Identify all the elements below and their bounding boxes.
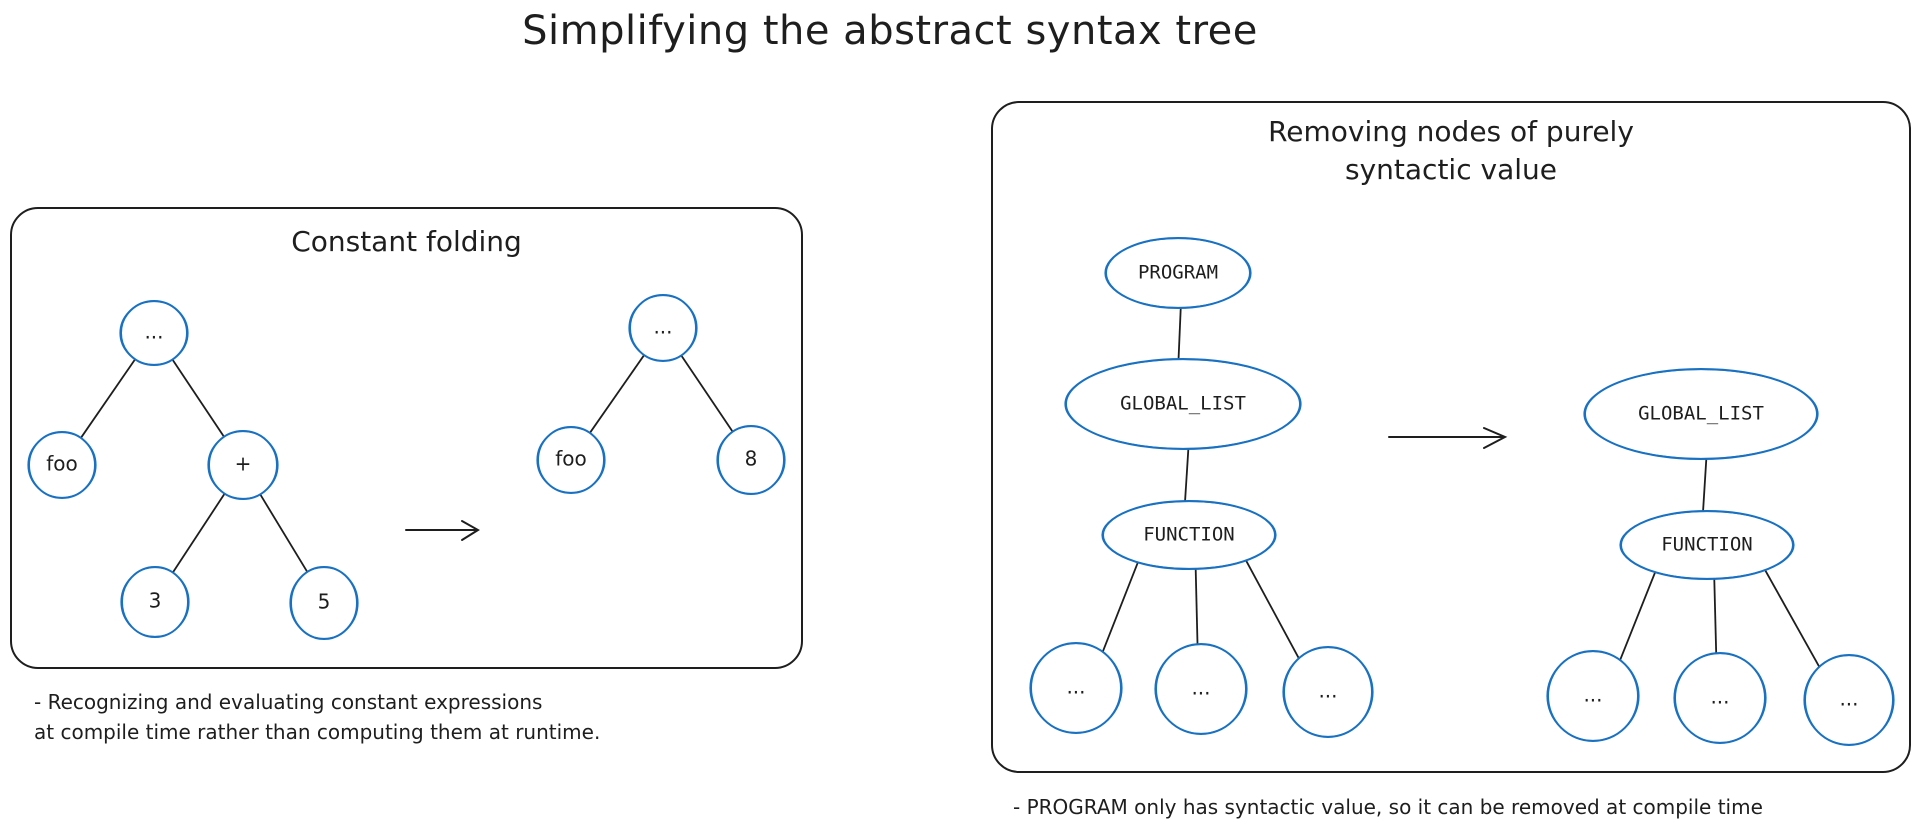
tree-edge — [1764, 569, 1821, 668]
node-label: ... — [1839, 687, 1858, 711]
node-label: ... — [653, 315, 672, 339]
tree-node-c2: ... — [1673, 652, 1767, 744]
tree-node-foo: foo — [536, 426, 606, 494]
ast-diagram: ... foo +3 5... foo 8 PROGRAM GLOBAL_LIST FUNCTI… — [27, 237, 1895, 746]
node-label: PROGRAM — [1138, 262, 1218, 284]
node-label: ... — [1318, 679, 1337, 703]
tree-edge — [80, 358, 136, 439]
tree-edge — [172, 493, 226, 574]
tree-node-three: 3 — [120, 566, 190, 638]
tree-node-program: PROGRAM — [1104, 237, 1252, 309]
node-label: ... — [1583, 683, 1602, 707]
node-label: GLOBAL_LIST — [1120, 393, 1246, 415]
tree-edge — [1245, 560, 1300, 659]
tree-edge — [171, 359, 225, 438]
tree-edge — [1101, 562, 1139, 653]
node-label: ... — [1066, 675, 1085, 699]
node-label: 3 — [149, 589, 162, 613]
tree-node-global: GLOBAL_LIST — [1583, 368, 1819, 460]
tree-edge — [589, 354, 645, 434]
node-label: 5 — [318, 590, 331, 614]
tree-edge — [680, 354, 734, 433]
tree-node-c3: ... — [1282, 646, 1374, 738]
tree-edge — [1619, 571, 1657, 661]
tree-node-plus: + — [207, 430, 279, 500]
tree-node-c2: ... — [1154, 643, 1248, 735]
node-label: GLOBAL_LIST — [1638, 403, 1764, 425]
tree-edge — [1713, 578, 1718, 654]
tree-node-c1: ... — [1029, 642, 1123, 734]
node-label: ... — [1710, 685, 1729, 709]
tree-node-foo: foo — [27, 431, 97, 499]
tree-edge — [1177, 307, 1182, 360]
tree-node-function: FUNCTION — [1619, 510, 1795, 580]
node-label: FUNCTION — [1661, 534, 1753, 556]
tree-edge — [1702, 458, 1708, 512]
node-label: foo — [555, 447, 587, 471]
tree-node-function: FUNCTION — [1101, 500, 1277, 570]
tree-node-c1: ... — [1546, 650, 1640, 742]
node-label: ... — [1191, 676, 1210, 700]
transform-arrow-icon — [405, 520, 480, 541]
tree-node-c3: ... — [1803, 654, 1895, 746]
tree-edge — [259, 493, 309, 573]
nodes-layer: ... foo +3 5... foo 8 PROGRAM GLOBAL_LIST FUNCTI… — [27, 237, 1895, 746]
tree-node-eight: 8 — [716, 425, 786, 495]
node-label: 8 — [745, 447, 758, 471]
node-label: FUNCTION — [1143, 524, 1235, 546]
tree-edge — [1184, 448, 1190, 502]
tree-node-root: ... — [119, 300, 189, 366]
tree-edge — [1194, 568, 1199, 645]
transform-arrow-icon — [1388, 427, 1508, 449]
node-label: foo — [46, 452, 78, 476]
tree-node-global: GLOBAL_LIST — [1064, 358, 1302, 450]
node-label: ... — [144, 320, 163, 344]
node-label: + — [235, 452, 252, 476]
tree-node-root: ... — [628, 294, 698, 362]
tree-node-five: 5 — [289, 566, 359, 640]
